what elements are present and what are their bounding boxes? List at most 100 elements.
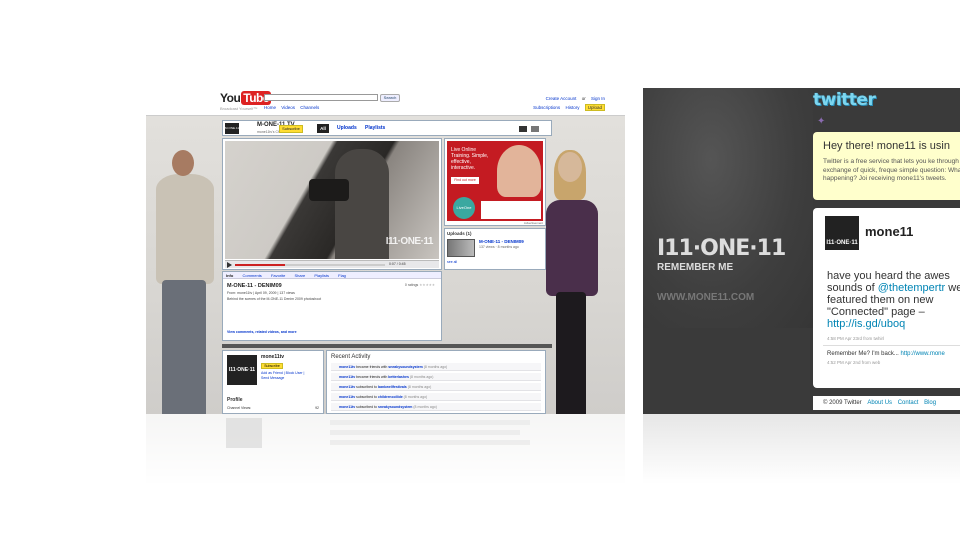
footer-copyright: © 2009 Twitter — [823, 400, 862, 406]
send-message-link[interactable]: Send Message — [261, 376, 304, 381]
activity-target[interactable]: childrencollide — [378, 395, 403, 399]
ad-badge: LiveOne — [453, 197, 475, 219]
twitter-brand-site: WWW.MONE11.COM — [657, 292, 755, 303]
upload-title[interactable]: M-ONE-11 - DENIM09 — [479, 239, 524, 244]
tab-favorite[interactable]: Favorite — [271, 273, 285, 278]
reflection-row — [330, 420, 530, 425]
footer-about-link[interactable]: About Us — [867, 400, 892, 406]
ad-banner[interactable]: Live Online Training. Simple, effective,… — [447, 141, 543, 221]
video-frame[interactable]: I11·ONE·11 — [225, 141, 439, 259]
twitter-screenshot: I11·ONE·11 REMEMBER ME WWW.MONE11.COM tw… — [643, 88, 960, 414]
previous-tweet-link[interactable]: http://www.mone — [901, 351, 945, 357]
view-more-link[interactable]: View comments, related videos, and more — [227, 330, 297, 334]
or-text: or — [581, 96, 586, 101]
profile-links: Add as Friend | Block User | Send Messag… — [261, 371, 304, 381]
ad-find-more-button[interactable]: Find out more — [451, 177, 479, 184]
activity-row: mone11tv became friends with betterlashe… — [331, 373, 541, 381]
welcome-box: Hey there! mone11 is usin Twitter is a f… — [813, 132, 960, 200]
create-account-link[interactable]: Create Account — [546, 96, 577, 101]
play-icon[interactable] — [227, 262, 232, 268]
activity-user[interactable]: mone11tv — [339, 385, 355, 389]
profile-avatar[interactable]: I11·ONE·11 — [227, 355, 257, 385]
see-all-link[interactable]: see all — [447, 260, 457, 264]
video-description: Behind the scenes of the M-ONE-11 Denim … — [227, 297, 322, 301]
female-model-figure — [546, 200, 598, 296]
activity-user[interactable]: mone11tv — [339, 365, 355, 369]
activity-target[interactable]: sneakysoundsystem — [378, 405, 412, 409]
nav-channels[interactable]: Channels — [300, 105, 319, 110]
tweet-meta[interactable]: 4:58 PM Apr 23rd from twhirl — [827, 336, 884, 341]
activity-target[interactable]: bankwellfestivals — [378, 385, 407, 389]
activity-ago: (8 months ago) — [403, 395, 428, 399]
history-link[interactable]: History — [565, 105, 579, 110]
grid-view-icon[interactable] — [519, 126, 527, 132]
account-links-secondary: Subscriptions History Upload — [529, 104, 605, 111]
twitter-logo[interactable]: twitter — [813, 90, 876, 110]
channel-logo: M·ONE·11 — [225, 123, 239, 134]
tab-uploads[interactable]: Uploads — [337, 125, 357, 131]
activity-target[interactable]: sneakysoundsystem — [388, 365, 422, 369]
advertisement[interactable]: Live Online Training. Simple, effective,… — [444, 138, 546, 226]
activity-ago: (8 months ago) — [407, 385, 432, 389]
video-ratings: 0 ratings ★★★★★ — [405, 283, 435, 287]
nav-videos[interactable]: Videos — [281, 105, 295, 110]
twitter-reflection — [643, 414, 960, 484]
welcome-text: Twitter is a free service that lets you … — [823, 158, 960, 182]
tweet-url-link[interactable]: http://is.gd/uboq — [827, 318, 905, 330]
activity-row: mone11tv subscribed to bankwellfestivals… — [331, 383, 541, 391]
activity-user[interactable]: mone11tv — [339, 395, 355, 399]
male-model-head — [172, 150, 194, 176]
tab-playlists-info[interactable]: Playlists — [314, 273, 329, 278]
tab-flag[interactable]: Flag — [338, 273, 346, 278]
activity-target[interactable]: betterlashes — [388, 375, 409, 379]
tab-share[interactable]: Share — [295, 273, 306, 278]
previous-tweet-meta[interactable]: 4:52 PM Apr 2nd from web — [827, 360, 880, 365]
subscriptions-link[interactable]: Subscriptions — [533, 105, 560, 110]
female-model-legs — [556, 292, 586, 414]
progress-bar[interactable] — [235, 264, 385, 266]
footer-contact-link[interactable]: Contact — [898, 400, 919, 406]
channel-page: M·ONE·11 M-ONE-11 TV mone11tv's Channel … — [222, 120, 552, 414]
previous-tweet: Remember Me? I'm back... http://www.mone — [827, 351, 945, 357]
account-links: Create Account or Sign In — [542, 96, 605, 101]
channel-header: M·ONE·11 M-ONE-11 TV mone11tv's Channel … — [222, 120, 552, 136]
latest-tweet: have you heard the awes sounds of @thete… — [827, 270, 960, 330]
tab-info[interactable]: Info — [226, 273, 233, 278]
uploads-heading: Uploads (1) — [447, 231, 472, 236]
sign-in-link[interactable]: Sign In — [591, 96, 605, 101]
activity-row: mone11tv became friends with sneakysound… — [331, 363, 541, 371]
activity-user[interactable]: mone11tv — [339, 375, 355, 379]
twitter-brand-logo: I11·ONE·11 — [657, 236, 786, 261]
tab-playlists[interactable]: Playlists — [365, 125, 385, 131]
search-button[interactable]: Search — [380, 94, 400, 102]
profile-subscribe-button[interactable]: Subscribe — [261, 363, 283, 369]
ad-face-photo — [497, 145, 541, 197]
video-watermark: I11·ONE·11 — [385, 236, 434, 247]
info-tabs: Info Comments Favorite Share Playlists F… — [223, 272, 441, 279]
youtube-reflection — [146, 414, 625, 484]
list-view-icon[interactable] — [531, 126, 539, 132]
profile-handle[interactable]: mone11 — [865, 224, 913, 239]
section-divider — [222, 344, 552, 348]
upload-button[interactable]: Upload — [584, 104, 605, 111]
tweet-divider — [823, 345, 960, 346]
channel-views-label: Channel Views: — [227, 406, 252, 410]
activity-user[interactable]: mone11tv — [339, 405, 355, 409]
upload-thumbnail[interactable] — [447, 239, 475, 257]
profile-avatar[interactable]: I11·ONE·11 — [825, 216, 859, 250]
star-rating-icon[interactable]: ★★★★★ — [419, 283, 435, 287]
male-model-figure — [156, 174, 214, 284]
tweet-mention-link[interactable]: @thetempertr — [878, 282, 945, 294]
youtube-screenshot: You Tube Broadcast Yourself™ Search Home … — [146, 88, 625, 414]
subscribe-button[interactable]: Subscribe — [279, 125, 303, 133]
player-controls: 0:07 / 0:45 — [225, 260, 439, 268]
youtube-header: You Tube Broadcast Yourself™ Search Home … — [146, 88, 625, 116]
nav-home[interactable]: Home — [264, 105, 276, 110]
tab-comments[interactable]: Comments — [242, 273, 261, 278]
tab-all[interactable]: All — [317, 124, 329, 133]
activity-row: mone11tv subscribed to sneakysoundsystem… — [331, 403, 541, 411]
video-player[interactable]: I11·ONE·11 0:07 / 0:45 — [222, 138, 442, 270]
search-input[interactable] — [264, 94, 378, 101]
male-model-legs — [162, 280, 206, 414]
footer-blog-link[interactable]: Blog — [924, 400, 936, 406]
